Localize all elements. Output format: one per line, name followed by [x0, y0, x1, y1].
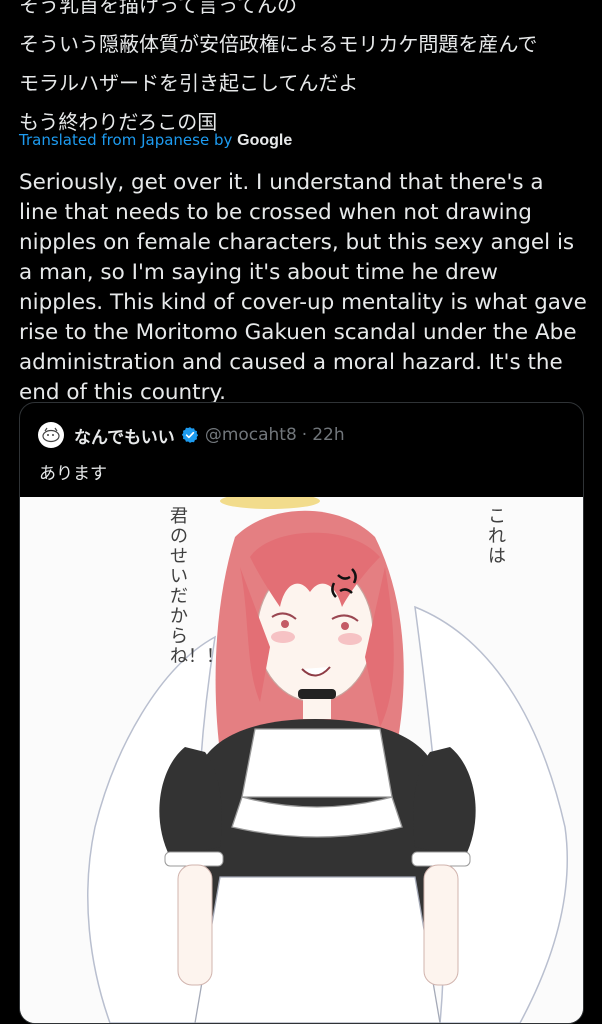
translated-post-text: Seriously, get over it. I understand tha…: [19, 170, 587, 405]
illustration-caption-right: これは: [488, 506, 506, 567]
quoted-timestamp[interactable]: 22h: [312, 425, 344, 445]
verified-badge-icon: [181, 426, 199, 444]
separator-dot: ·: [301, 425, 308, 445]
avatar[interactable]: [38, 422, 64, 448]
post-line-1: そう乳首を描けって言ってんの: [19, 0, 297, 17]
japanese-post-text: そう乳首を描けって言ってんの そういう隠蔽体質が安倍政権によるモリカケ問題を産ん…: [19, 0, 594, 142]
google-brand: Google: [237, 132, 293, 149]
translation-attribution[interactable]: Translated from Japanese by Google: [19, 131, 292, 150]
quoted-post-header: なんでもいい @mocaht8 · 22h: [38, 421, 345, 449]
translated-label: Translated from Japanese by: [19, 131, 233, 149]
illustration-caption-left: 君のせいだからね！！: [170, 506, 224, 667]
quoted-display-name[interactable]: なんでもいい: [74, 423, 175, 448]
quoted-post-card[interactable]: なんでもいい @mocaht8 · 22h あります 君のせいだからね！！ これ…: [19, 402, 584, 1024]
post-line-2: そういう隠蔽体質が安倍政権によるモリカケ問題を産んで: [19, 32, 538, 56]
quoted-handle[interactable]: @mocaht8: [205, 425, 297, 445]
avatar-doodle-icon: [42, 427, 60, 443]
quoted-post-text: あります: [39, 464, 107, 484]
illustration-artwork: [20, 497, 583, 1023]
post-line-3: モラルハザードを引き起こしてんだよ: [19, 71, 359, 95]
quoted-illustration[interactable]: 君のせいだからね！！ これは: [20, 497, 583, 1023]
